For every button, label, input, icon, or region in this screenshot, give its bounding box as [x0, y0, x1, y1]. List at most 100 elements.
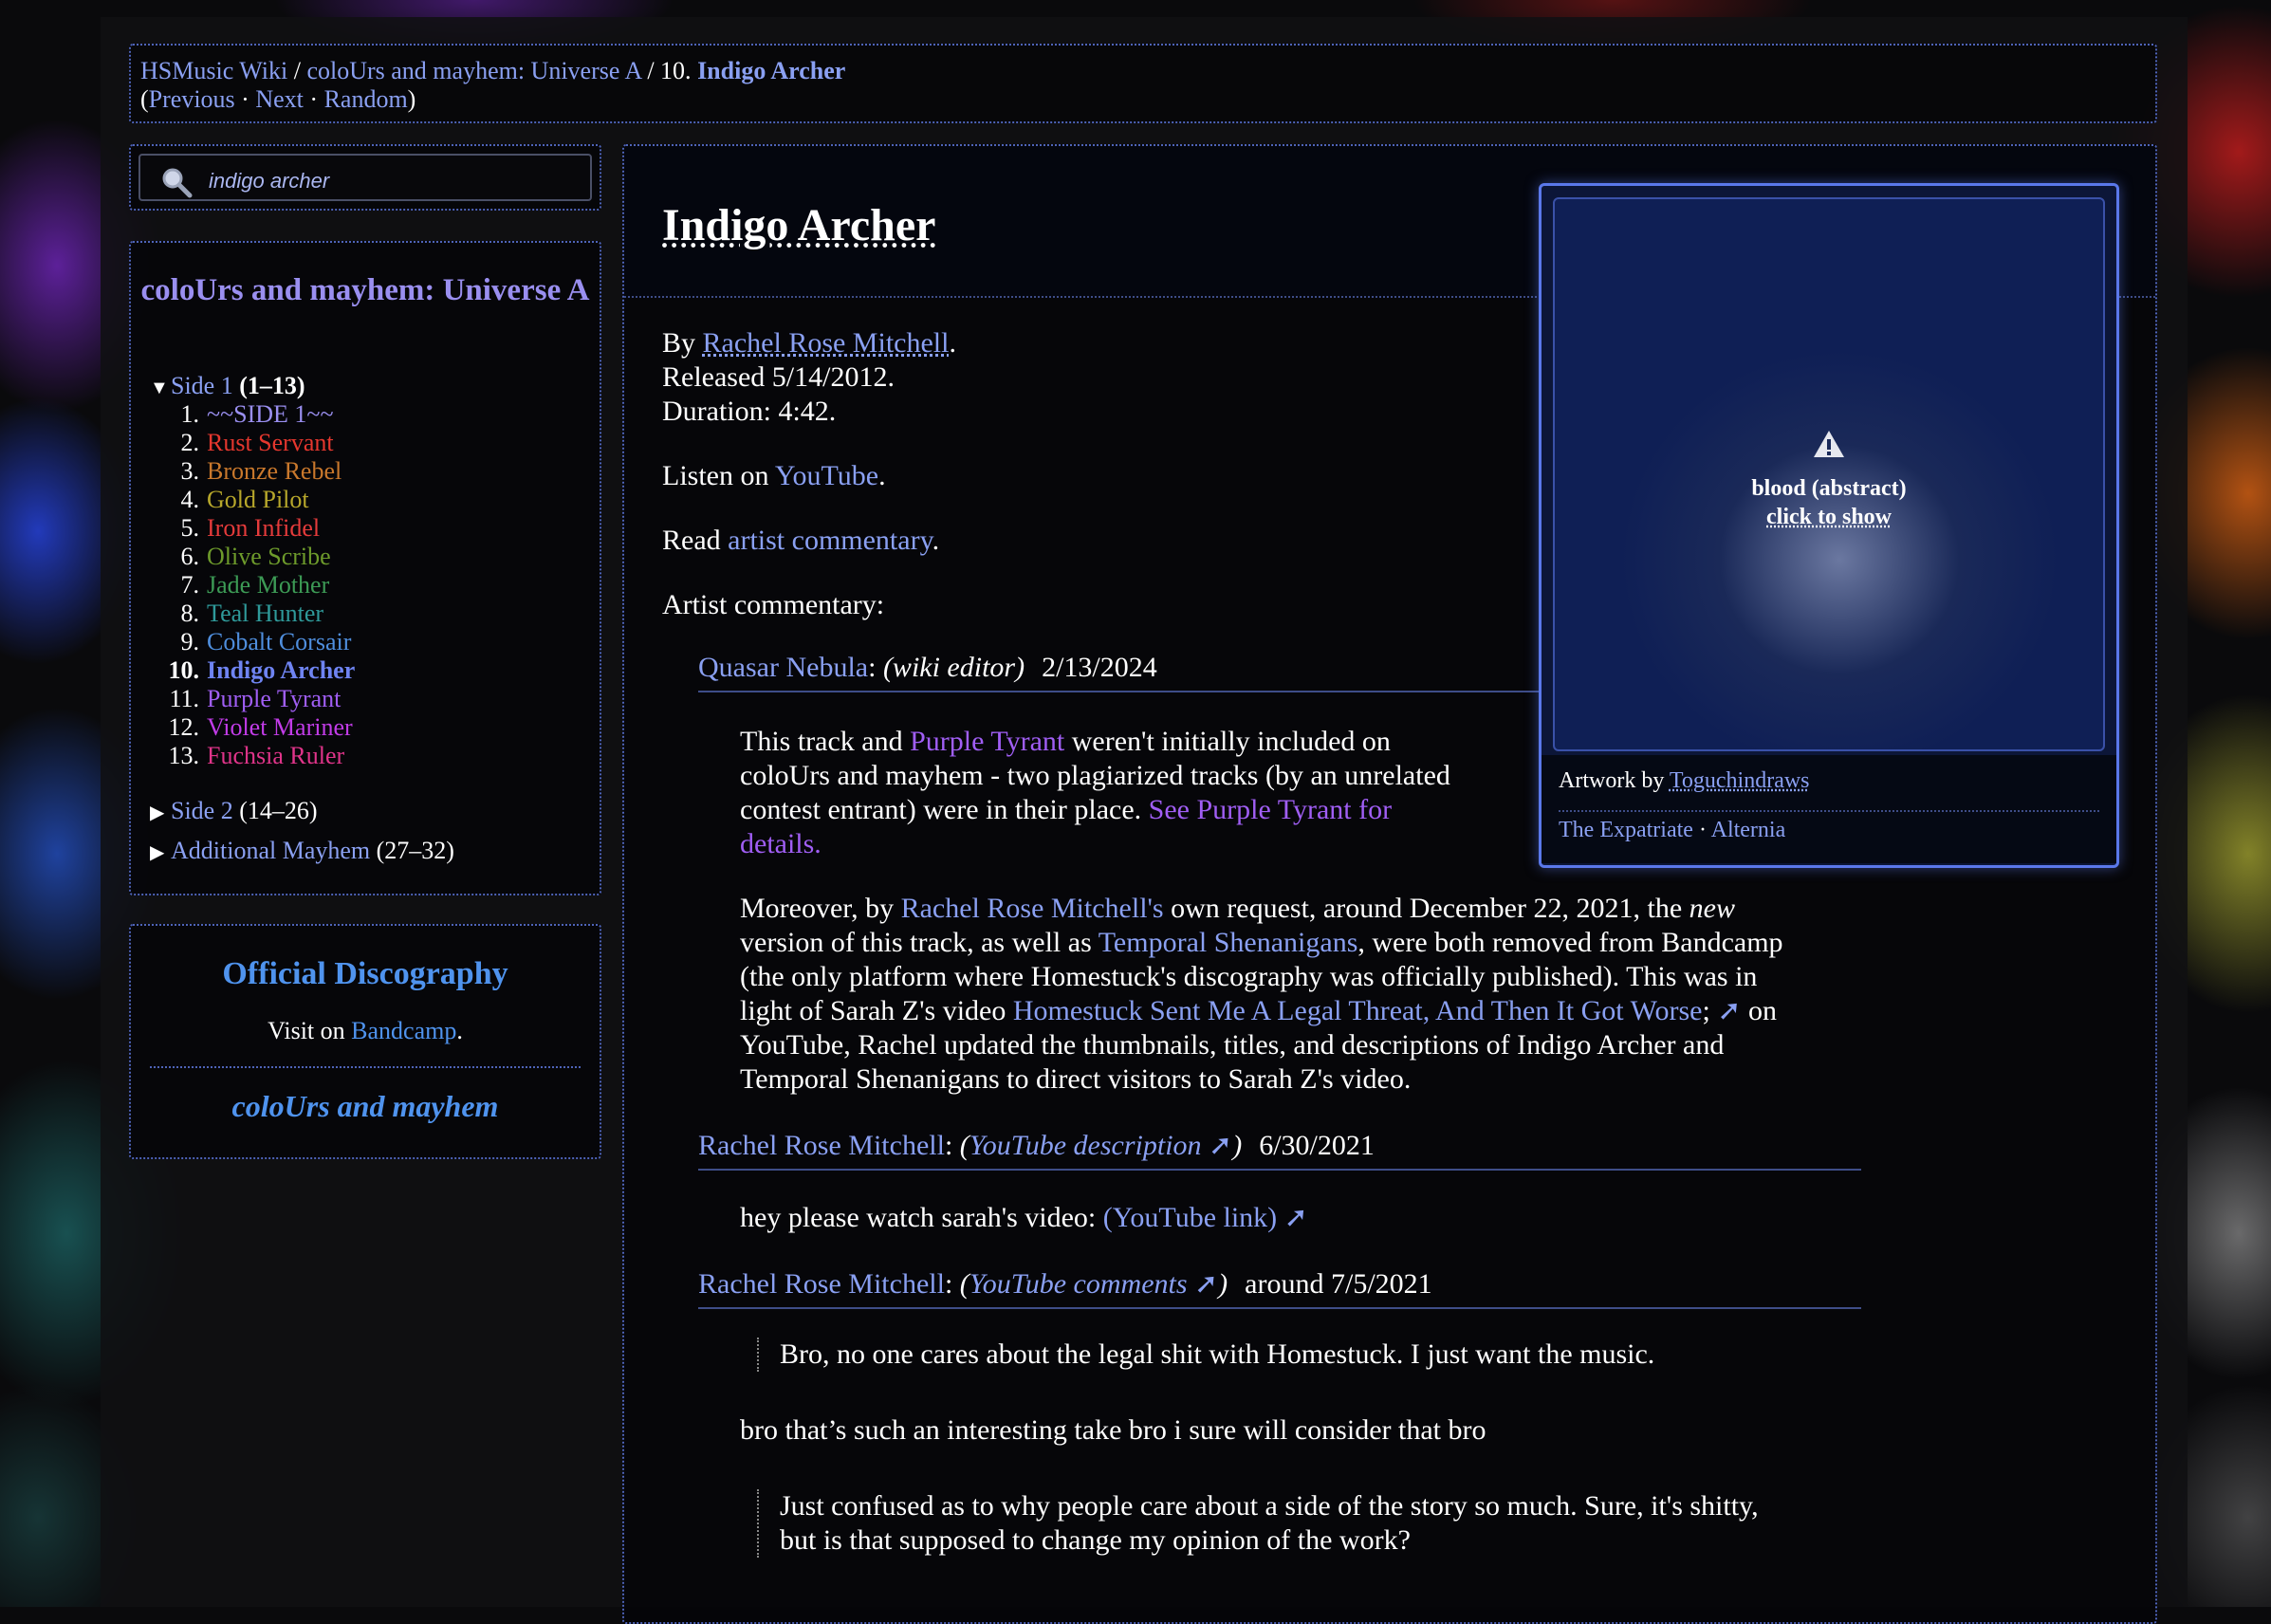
side-1-range: (1–13)	[232, 372, 305, 399]
track-number: 13.	[168, 742, 200, 769]
track-link[interactable]: Rust Servant	[207, 429, 334, 456]
previous-link[interactable]: Previous	[149, 85, 235, 113]
temporal-shenanigans-link[interactable]: Temporal Shenanigans	[1099, 927, 1358, 958]
tag-link-expatriate[interactable]: The Expatriate	[1559, 818, 1693, 842]
track-link[interactable]: Indigo Archer	[207, 656, 355, 684]
home-link[interactable]: HSMusic Wiki	[140, 57, 287, 84]
commentary-entry-heading: Rachel Rose Mitchell: (YouTube comments …	[698, 1265, 1861, 1309]
track-list-item: 9. Cobalt Corsair	[150, 628, 355, 656]
album-link[interactable]: coloUrs and mayhem: Universe A	[306, 57, 640, 84]
track-number: 1.	[180, 400, 200, 428]
additional-mayhem-group[interactable]: ▶ Additional Mayhem (27–32)	[150, 837, 454, 867]
artwork-caption: Artwork by Toguchindraws The Expatriate …	[1542, 755, 2116, 863]
album-sidebar: coloUrs and mayhem: Universe A ▼Side 1 (…	[129, 241, 601, 895]
release-date: Released 5/14/2012.	[662, 361, 895, 393]
external-link-icon[interactable]: ➚	[1202, 1130, 1232, 1161]
commentary-author-link[interactable]: Quasar Nebula	[698, 652, 868, 683]
artist-link[interactable]: Rachel Rose Mitchell	[703, 327, 950, 359]
artwork-image[interactable]: blood (abstract) click to show	[1553, 197, 2105, 751]
visit-prefix: Visit on	[268, 1017, 352, 1044]
track-list-item: 3. Bronze Rebel	[150, 457, 355, 486]
paren: (	[959, 1268, 969, 1300]
commentary-author-link[interactable]: Rachel Rose Mitchell	[698, 1268, 945, 1300]
track-list-item: 1. ~~SIDE 1~~	[150, 400, 355, 429]
youtube-link[interactable]: YouTube	[775, 460, 878, 491]
sidebar-album-title[interactable]: coloUrs and mayhem: Universe A	[140, 271, 590, 309]
track-link[interactable]: ~~SIDE 1~~	[207, 400, 334, 428]
commentary-author-link[interactable]: Rachel Rose Mitchell	[698, 1130, 945, 1161]
track-link[interactable]: Jade Mother	[207, 571, 329, 599]
track-number: 10.	[168, 656, 200, 684]
track-link[interactable]: Iron Infidel	[207, 514, 320, 542]
track-number: 5.	[180, 514, 200, 542]
track-link[interactable]: Teal Hunter	[207, 600, 323, 627]
see-purple-tyrant-link-continued[interactable]: details.	[740, 828, 822, 859]
sarah-z-video-link[interactable]: Homestuck Sent Me A Legal Threat, And Th…	[1013, 995, 1703, 1026]
side-2-link[interactable]: Side 2	[171, 797, 233, 824]
track-list-item: 12. Violet Mariner	[150, 713, 355, 742]
tag-link-alternia[interactable]: Alternia	[1711, 818, 1786, 842]
commentary-paragraph: hey please watch sarah's video: (YouTube…	[740, 1201, 1308, 1235]
breadcrumb: HSMusic Wiki / coloUrs and mayhem: Unive…	[129, 44, 2157, 123]
side-1-group[interactable]: ▼Side 1 (1–13)	[150, 372, 305, 402]
track-number: 3.	[180, 457, 200, 485]
youtube-link[interactable]: (YouTube link)	[1103, 1202, 1277, 1233]
external-link-icon[interactable]: ➚	[1277, 1202, 1308, 1233]
external-link-icon[interactable]: ➚	[1188, 1268, 1218, 1300]
track-number: 2.	[180, 429, 200, 456]
tag-separator: ·	[1692, 818, 1711, 842]
listen-prefix: Listen on	[662, 460, 775, 491]
text: version of this track, as well as	[740, 927, 1099, 958]
track-link[interactable]: Fuchsia Ruler	[207, 742, 344, 769]
quote-text: Bro, no one cares about the legal shit w…	[780, 1338, 1655, 1370]
current-track-link[interactable]: Indigo Archer	[697, 57, 845, 84]
track-link[interactable]: Purple Tyrant	[207, 685, 341, 712]
by-suffix: .	[949, 327, 956, 359]
artwork-credit: Artwork by Toguchindraws	[1559, 768, 1810, 794]
artwork-artist-link[interactable]: Toguchindraws	[1670, 768, 1810, 793]
track-link[interactable]: Olive Scribe	[207, 543, 331, 570]
track-number: 7.	[180, 571, 200, 599]
commentary-date: around 7/5/2021	[1245, 1268, 1432, 1300]
read-suffix: .	[932, 525, 940, 556]
artist-commentary-link[interactable]: artist commentary	[728, 525, 932, 556]
discography-album-link[interactable]: coloUrs and mayhem	[131, 1089, 600, 1124]
paren-open: (	[140, 85, 149, 113]
track-number: 11.	[169, 685, 199, 712]
track-list-item: 11. Purple Tyrant	[150, 685, 355, 713]
text: This track and	[740, 726, 911, 757]
text: YouTube, Rachel updated the thumbnails, …	[740, 1029, 1725, 1061]
artist-link[interactable]: Rachel Rose Mitchell's	[901, 893, 1164, 924]
side-2-range: (14–26)	[232, 797, 318, 824]
commentary-paragraph: Moreover, by Rachel Rose Mitchell's own …	[740, 892, 1783, 1097]
purple-tyrant-link[interactable]: Purple Tyrant	[910, 726, 1064, 757]
bandcamp-link[interactable]: Bandcamp	[351, 1017, 456, 1044]
youtube-comments-link[interactable]: YouTube comments	[969, 1268, 1188, 1300]
side-2-group[interactable]: ▶ Side 2 (14–26)	[150, 797, 318, 827]
track-list-item: 10. Indigo Archer	[150, 656, 356, 685]
random-link[interactable]: Random	[324, 85, 408, 113]
external-link-icon[interactable]: ➚	[1717, 995, 1741, 1026]
track-link[interactable]: Bronze Rebel	[207, 457, 342, 485]
text: light of Sarah Z's video	[740, 995, 1013, 1026]
track-credits: By Rachel Rose Mitchell. Released 5/14/2…	[662, 326, 956, 429]
paren-close: )	[407, 85, 416, 113]
discography-title[interactable]: Official Discography	[131, 956, 600, 992]
track-link[interactable]: Violet Mariner	[207, 713, 353, 741]
youtube-description-link[interactable]: YouTube description	[969, 1130, 1202, 1161]
track-link[interactable]: Gold Pilot	[207, 486, 309, 513]
track-list-item: 4. Gold Pilot	[150, 486, 355, 514]
search-input[interactable]: indigo archer	[138, 154, 592, 201]
track-list-item: 5. Iron Infidel	[150, 514, 355, 543]
next-link[interactable]: Next	[255, 85, 304, 113]
track-link[interactable]: Cobalt Corsair	[207, 628, 351, 655]
additional-mayhem-link[interactable]: Additional Mayhem	[171, 837, 370, 864]
blockquote: Bro, no one cares about the legal shit w…	[757, 1338, 1654, 1372]
see-purple-tyrant-link[interactable]: See Purple Tyrant for	[1149, 794, 1392, 825]
track-number: 12.	[168, 713, 200, 741]
side-1-link[interactable]: Side 1	[171, 372, 233, 399]
click-to-show-link[interactable]: click to show	[1555, 505, 2103, 530]
divider	[1559, 810, 2099, 812]
duration: Duration: 4:42.	[662, 396, 837, 427]
magnifier-icon	[162, 168, 193, 198]
